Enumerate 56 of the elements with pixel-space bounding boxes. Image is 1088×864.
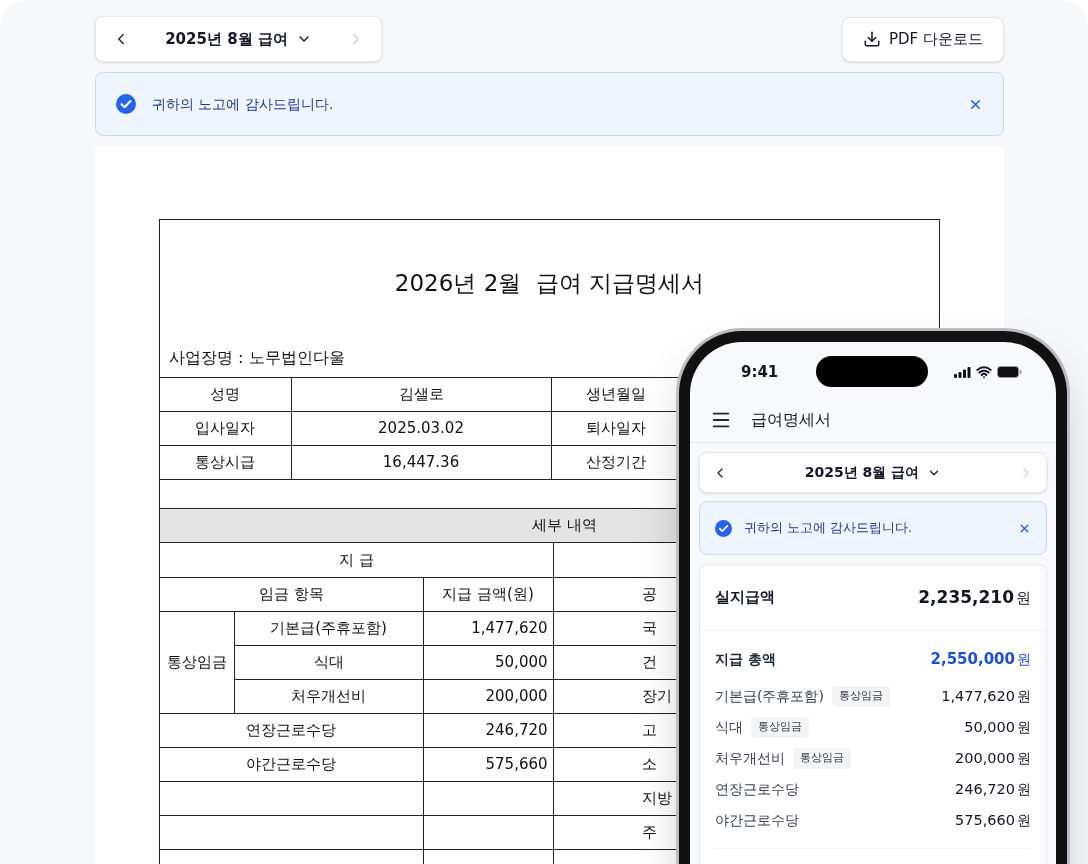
- pdf-download-button[interactable]: PDF 다운로드: [842, 16, 1004, 62]
- pay-item-name: 연장근로수당: [715, 780, 799, 799]
- table-cell: 50,000: [423, 645, 554, 679]
- table-cell: 기본급(주휴포함): [234, 611, 423, 645]
- table-cell: 16,447.36: [291, 445, 551, 480]
- table-cell: 식대: [234, 645, 423, 679]
- payslip-title: 2026년 2월 급여 지급명세서: [394, 269, 705, 298]
- currency-unit: 원: [1017, 810, 1031, 830]
- signal-icon: [954, 366, 971, 378]
- net-pay-label: 실지급액: [715, 587, 775, 609]
- screen-title: 급여명세서: [751, 409, 831, 431]
- table-cell: 연장근로수당: [160, 713, 423, 747]
- workplace-name: 사업장명 : 노무법인다울: [169, 348, 345, 367]
- column-header: 지급 금액(원): [423, 577, 554, 611]
- column-header: 임금 항목: [160, 577, 423, 611]
- currency-unit: 원: [1017, 649, 1031, 669]
- wage-tag: 통상임금: [751, 717, 809, 738]
- pay-item-amount: 246,720: [955, 779, 1015, 799]
- table-cell: 야간근로수당: [160, 747, 423, 781]
- pay-item-name: 기본급(주휴포함): [715, 687, 824, 706]
- table-cell: 성명: [160, 377, 291, 412]
- table-cell: 2025.03.02: [291, 411, 551, 446]
- currency-unit: 원: [1017, 686, 1031, 706]
- currency-unit: 원: [1017, 779, 1031, 799]
- wage-tag: 통상임금: [793, 748, 851, 769]
- wifi-icon: [976, 364, 992, 380]
- wage-tag: 통상임금: [831, 686, 890, 707]
- table-cell: 입사일자: [160, 411, 291, 446]
- table-cell: 1,477,620: [423, 611, 554, 645]
- table-cell: 575,660: [423, 747, 554, 781]
- currency-unit: 원: [1017, 748, 1031, 768]
- check-circle-icon: [116, 94, 136, 114]
- pay-item-amount: 575,660: [955, 810, 1015, 830]
- table-cell: 246,720: [423, 713, 554, 747]
- table-cell: 처우개선비: [234, 679, 423, 713]
- month-dropdown[interactable]: 2025년 8월 급여: [728, 462, 1018, 483]
- check-circle-icon: [715, 519, 732, 537]
- table-cell: 200,000: [423, 679, 554, 713]
- table-cell: 통상시급: [160, 445, 291, 480]
- table-cell: 김샐로: [291, 377, 551, 412]
- alert-message: 귀하의 노고에 감사드립니다.: [152, 94, 335, 114]
- alert-message: 귀하의 노고에 감사드립니다.: [744, 518, 913, 537]
- pay-item-name: 처우개선비: [715, 749, 785, 768]
- month-dropdown[interactable]: 2025년 8월 급여: [130, 27, 347, 51]
- currency-unit: 원: [1017, 717, 1031, 737]
- gross-pay-label: 지급 총액: [715, 649, 776, 669]
- download-icon: [863, 30, 881, 48]
- pay-item-name: 식대: [715, 718, 743, 737]
- pay-item-amount: 200,000: [955, 748, 1015, 768]
- table-cell: 통상임금: [160, 611, 234, 713]
- pay-item-amount: 1,477,620: [941, 686, 1015, 706]
- pay-item-amount: 50,000: [964, 717, 1015, 737]
- battery-icon: [997, 366, 1022, 378]
- table-cell: 지 급: [160, 543, 554, 577]
- currency-unit: 원: [1016, 587, 1031, 609]
- status-time: 9:41: [741, 361, 779, 383]
